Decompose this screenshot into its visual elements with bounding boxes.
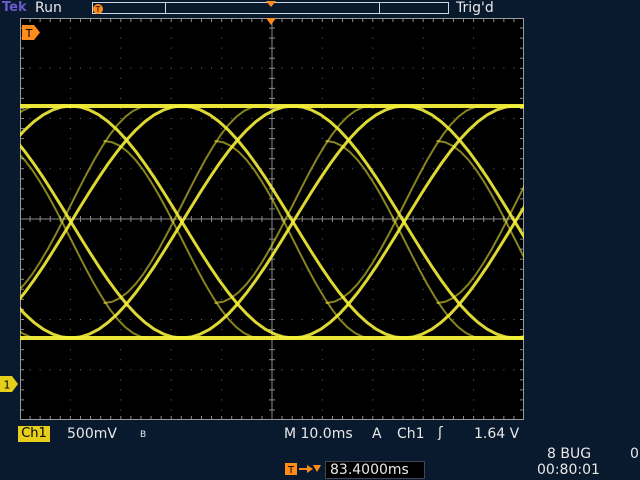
svg-text:1: 1 [4,379,11,392]
trigger-position-marker-icon: T [93,4,103,14]
waveform-display[interactable] [0,17,640,420]
trigger-level[interactable]: 1.64 V [474,426,519,442]
footer-count: 0 [630,446,639,462]
volts-per-div[interactable]: 500mV [67,426,117,442]
trigger-source[interactable]: Ch1 [397,426,425,442]
channel-indicator[interactable]: Ch1 [18,426,50,442]
trigger-mode: A [372,426,382,442]
trigger-time-marker-icon [266,18,276,25]
channel-ground-marker-icon[interactable]: 1 [0,376,18,392]
svg-text:T: T [95,5,101,14]
svg-text:T: T [287,465,295,476]
horizontal-delay-field[interactable]: 83.4000ms [325,461,425,479]
horizontal-delay-value: 83.4000ms [330,462,409,478]
svg-text:T: T [25,27,33,40]
bandwidth-limit-badge: B [140,430,147,440]
trigger-position-marker-icon: T [22,25,40,40]
clock-readout: 00:80:01 [537,462,600,478]
record-length-bar[interactable]: T [92,1,449,14]
status-bar: Tek Run T Trig'd [0,0,640,18]
trigger-slope-icon: ʃ [438,425,443,441]
acquisition-status: Run [35,0,62,16]
footer-label: 8 BUG [547,446,592,462]
trigger-status: Trig'd [456,0,494,16]
horizontal-scale[interactable]: M 10.0ms [284,426,353,442]
brand-logo: Tek [2,0,27,15]
graticule [0,17,640,420]
trigger-arrow-icon [266,1,276,7]
delay-indicator-icon: T [285,463,321,476]
